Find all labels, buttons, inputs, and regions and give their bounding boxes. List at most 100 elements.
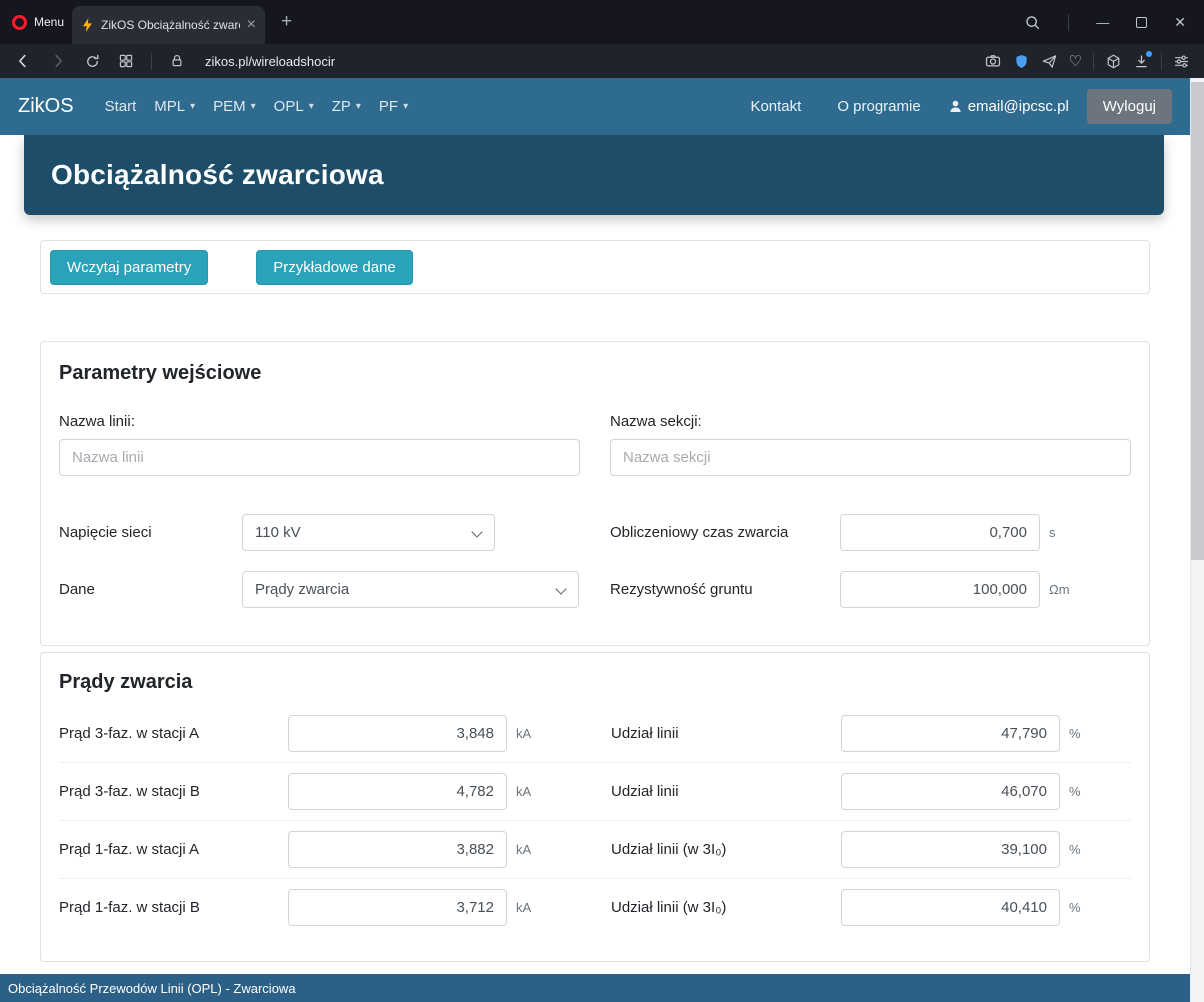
- opera-logo-icon: [12, 15, 27, 30]
- maximize-button[interactable]: [1136, 17, 1147, 28]
- share-label: Udział linii: [611, 783, 841, 800]
- current-row: Prąd 3-faz. w stacji A kA Udział linii %: [59, 704, 1131, 762]
- user-account-link[interactable]: email@ipcsc.pl: [948, 98, 1069, 115]
- bookmark-heart-icon[interactable]: ♡: [1069, 54, 1082, 69]
- unit-label: s: [1049, 525, 1056, 540]
- url-field[interactable]: zikos.pl/wireloadshocir: [205, 54, 335, 69]
- chevron-down-icon: ▾: [309, 101, 314, 112]
- navigation-buttons: zikos.pl/wireloadshocir: [14, 52, 335, 70]
- short-circuit-time-input[interactable]: [840, 514, 1040, 551]
- unit-label: kA: [516, 842, 531, 857]
- browser-addressbar: zikos.pl/wireloadshocir ♡: [0, 44, 1204, 78]
- window-close-button[interactable]: ✕: [1174, 15, 1186, 29]
- status-bar-text: Obciążalność Przewodów Linii (OPL) - Zwa…: [8, 981, 296, 996]
- downloads-icon[interactable]: [1133, 53, 1150, 70]
- current-input[interactable]: [288, 889, 507, 926]
- user-person-icon: [948, 99, 963, 114]
- share-label: Udział linii (w 3I₀): [611, 841, 841, 858]
- forward-icon[interactable]: [49, 52, 67, 70]
- snapshot-camera-icon[interactable]: [984, 52, 1002, 70]
- current-row: Prąd 3-faz. w stacji B kA Udział linii %: [59, 762, 1131, 820]
- extensions-cube-icon[interactable]: [1105, 53, 1122, 70]
- download-notification-dot: [1146, 51, 1152, 57]
- back-icon[interactable]: [14, 52, 32, 70]
- data-type-select-value: Prądy zwarcia: [255, 581, 349, 598]
- page-title: Obciążalność zwarciowa: [51, 159, 384, 191]
- unit-label: kA: [516, 900, 531, 915]
- nav-item-pem[interactable]: PEM▾: [204, 98, 265, 115]
- section-name-label: Nazwa sekcji:: [610, 413, 1131, 430]
- current-label: Prąd 1-faz. w stacji B: [59, 899, 288, 916]
- current-label: Prąd 3-faz. w stacji A: [59, 725, 288, 742]
- brand-logo[interactable]: ZikOS: [18, 95, 74, 118]
- shield-icon[interactable]: [1013, 53, 1030, 70]
- actions-card: Wczytaj parametry Przykładowe dane: [40, 240, 1150, 294]
- nav-item-zp[interactable]: ZP▾: [323, 98, 370, 115]
- load-parameters-button[interactable]: Wczytaj parametry: [50, 250, 208, 285]
- reload-icon[interactable]: [84, 53, 101, 70]
- sliders-settings-icon[interactable]: [1173, 53, 1190, 70]
- current-input[interactable]: [288, 715, 507, 752]
- voltage-select[interactable]: 110 kV: [242, 514, 495, 551]
- current-row: Prąd 1-faz. w stacji A kA Udział linii (…: [59, 820, 1131, 878]
- flow-paper-plane-icon[interactable]: [1041, 53, 1058, 70]
- share-input[interactable]: [841, 889, 1060, 926]
- unit-label: Ωm: [1049, 582, 1070, 597]
- chevron-down-icon: ▾: [403, 101, 408, 112]
- nav-item-label: Start: [105, 98, 137, 115]
- minimize-button[interactable]: —: [1096, 16, 1109, 29]
- section-title: Prądy zwarcia: [59, 653, 1131, 694]
- search-icon[interactable]: [1024, 14, 1041, 31]
- browser-tab[interactable]: ZikOS Obciążalność zwarci ×: [72, 6, 265, 44]
- currents-card: Prądy zwarcia Prąd 3-faz. w stacji A kA …: [40, 652, 1150, 962]
- data-type-select[interactable]: Prądy zwarcia: [242, 571, 579, 608]
- ground-resistivity-label: Rezystywność gruntu: [610, 581, 840, 598]
- divider: [1161, 53, 1162, 70]
- nav-item-mpl[interactable]: MPL ▾: [145, 98, 204, 115]
- current-row: Prąd 1-faz. w stacji B kA Udział linii (…: [59, 878, 1131, 936]
- chevron-down-icon: ▾: [356, 101, 361, 112]
- nav-item-o-programie[interactable]: O programie: [828, 98, 929, 115]
- tab-close-icon[interactable]: ×: [247, 17, 256, 33]
- new-tab-button[interactable]: +: [281, 0, 292, 44]
- site-navbar: ZikOS Start MPL ▾ PEM▾ OPL▾ ZP▾ PF▾ Konta…: [0, 78, 1190, 135]
- navbar-right: Kontakt O programie email@ipcsc.pl Wylog…: [741, 89, 1172, 124]
- share-input[interactable]: [841, 715, 1060, 752]
- line-name-input[interactable]: [59, 439, 580, 476]
- browser-titlebar: Menu ZikOS Obciążalność zwarci × + — ✕: [0, 0, 1204, 44]
- share-input[interactable]: [841, 831, 1060, 868]
- opera-menu-button[interactable]: Menu: [0, 15, 78, 30]
- lock-icon[interactable]: [169, 53, 185, 69]
- speed-dial-grid-icon[interactable]: [118, 53, 134, 69]
- voltage-time-row: Napięcie sieci 110 kV Obliczeniowy czas …: [59, 514, 1131, 551]
- divider: [1093, 53, 1094, 70]
- short-circuit-time-label: Obliczeniowy czas zwarcia: [610, 524, 840, 541]
- chevron-down-icon: ▾: [190, 101, 195, 112]
- nav-item-label: MPL: [154, 98, 185, 115]
- nav-item-start[interactable]: Start: [96, 98, 146, 115]
- current-label: Prąd 1-faz. w stacji A: [59, 841, 288, 858]
- input-parameters-card: Parametry wejściowe Nazwa linii: Nazwa s…: [40, 341, 1150, 646]
- current-input[interactable]: [288, 773, 507, 810]
- voltage-select-value: 110 kV: [255, 524, 301, 541]
- tab-title: ZikOS Obciążalność zwarci: [101, 18, 240, 32]
- sample-data-button[interactable]: Przykładowe dane: [256, 250, 413, 285]
- window-controls: — ✕: [1024, 14, 1204, 31]
- name-fields-row: Nazwa linii: Nazwa sekcji:: [59, 413, 1131, 476]
- current-label: Prąd 3-faz. w stacji B: [59, 783, 288, 800]
- ground-resistivity-input[interactable]: [840, 571, 1040, 608]
- page-scrollbar[interactable]: [1190, 78, 1204, 1002]
- nav-item-pf[interactable]: PF▾: [370, 98, 417, 115]
- nav-item-opl[interactable]: OPL▾: [265, 98, 323, 115]
- scrollbar-thumb[interactable]: [1191, 82, 1204, 560]
- divider: [151, 53, 152, 70]
- unit-label: %: [1069, 900, 1081, 915]
- logout-button[interactable]: Wyloguj: [1087, 89, 1172, 124]
- nav-item-kontakt[interactable]: Kontakt: [741, 98, 810, 115]
- section-name-input[interactable]: [610, 439, 1131, 476]
- share-input[interactable]: [841, 773, 1060, 810]
- user-email: email@ipcsc.pl: [968, 98, 1069, 115]
- page-header-panel: Obciążalność zwarciowa: [24, 135, 1164, 215]
- divider: [1068, 14, 1069, 31]
- current-input[interactable]: [288, 831, 507, 868]
